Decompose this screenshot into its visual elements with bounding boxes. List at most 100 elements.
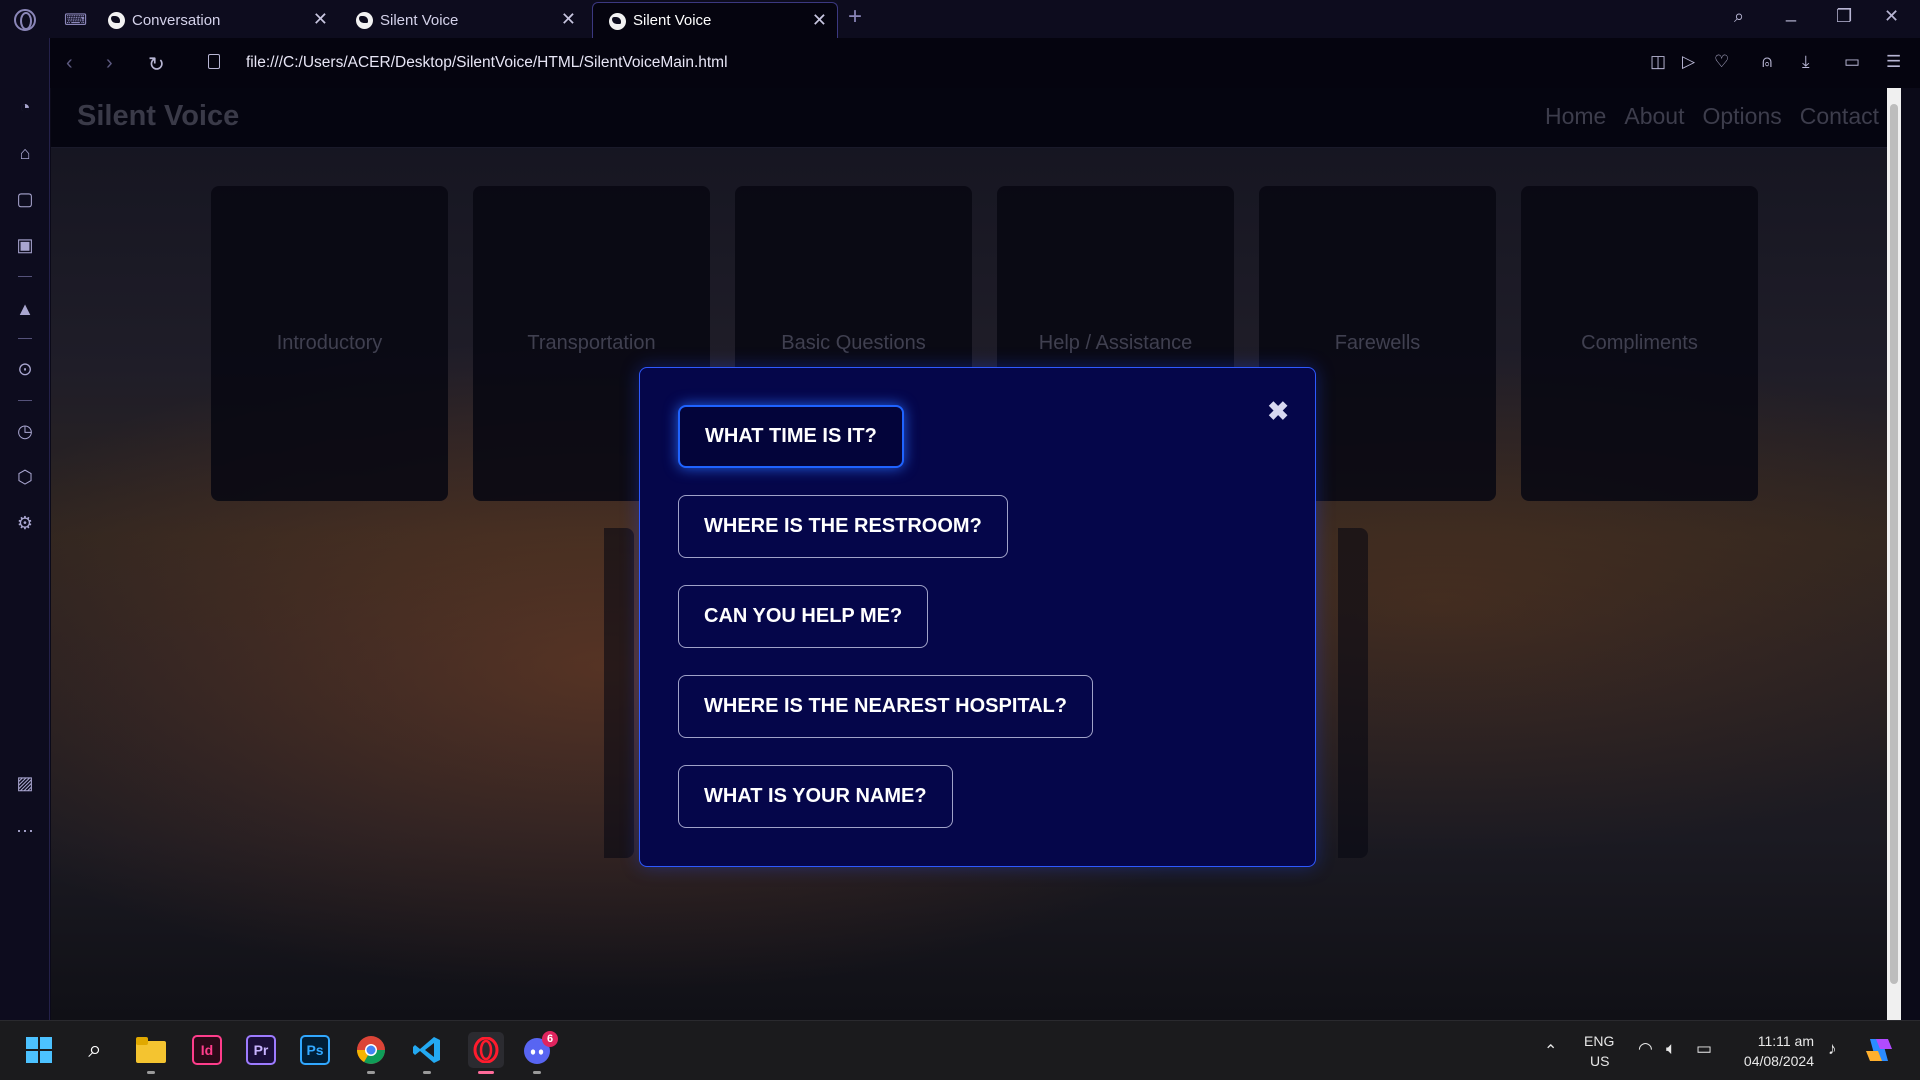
active-indicator [478,1071,494,1074]
search-tabs-icon[interactable]: ⌕ [1734,6,1744,27]
settings-icon[interactable]: ⚙ [14,512,36,534]
discord-badge: 6 [542,1031,558,1047]
more-icon[interactable]: ⋯ [14,820,36,842]
card-label: Introductory [276,332,383,354]
browser-tab-bar: ⌨ Conversation ✕ Silent Voice ✕ Silent V… [0,0,1920,38]
premiere-icon[interactable]: Pr [246,1035,276,1065]
region-indicator[interactable]: US [1590,1053,1609,1069]
twitch-icon[interactable]: ▢ [14,188,36,210]
tab-close-icon[interactable]: ✕ [313,10,328,28]
forward-icon[interactable]: › [106,52,113,75]
camera-icon[interactable]: ◫ [1650,52,1666,72]
heart-icon[interactable]: ♡ [1714,52,1729,72]
tab-title: Conversation [132,11,221,29]
address-toolbar: ‹ › ↻ file:///C:/Users/ACER/Desktop/Sile… [50,38,1920,88]
nav-options[interactable]: Options [1702,103,1781,130]
category-card-introductory[interactable]: Introductory [211,186,448,501]
site-nav-links: Home About Options Contact [1545,103,1879,130]
photoshop-icon[interactable]: Ps [300,1035,330,1065]
question-button-help[interactable]: CAN YOU HELP ME? [678,585,929,648]
wallpaper-icon[interactable]: ▨ [14,772,36,794]
close-window-icon[interactable]: ✕ [1884,6,1899,27]
clock-date[interactable]: 04/08/2024 [1736,1053,1814,1069]
history-icon[interactable]: ◷ [14,420,36,442]
site-navbar: Silent Voice Home About Options Contact [51,88,1887,148]
file-explorer-icon[interactable] [136,1035,166,1065]
question-button-time[interactable]: WHAT TIME IS IT? [678,405,904,468]
tab-title: Silent Voice [380,11,459,29]
question-button-hospital[interactable]: WHERE IS THE NEAREST HOSPITAL? [678,675,1093,738]
question-button-name[interactable]: WHAT IS YOUR NAME? [678,765,953,828]
battery-icon[interactable]: ▭ [1696,1039,1712,1059]
easy-setup-icon[interactable]: ☰ [1886,52,1901,72]
tab-close-icon[interactable]: ✕ [812,11,827,29]
scrollbar-thumb[interactable] [1890,104,1898,984]
background-card [604,528,634,858]
nav-contact[interactable]: Contact [1800,103,1879,130]
card-label: Basic Questions [781,332,926,354]
volume-icon[interactable]: 🔈︎ [1666,1039,1676,1059]
card-label: Compliments [1581,332,1698,354]
clock-time[interactable]: 11:11 am [1752,1033,1814,1049]
sidebar-divider [18,400,32,401]
windows-start-icon[interactable] [24,1035,54,1065]
wifi-icon[interactable]: ◠ [1638,1039,1653,1059]
site-brand[interactable]: Silent Voice [77,100,239,133]
questions-modal: ✖ WHAT TIME IS IT? WHERE IS THE RESTROOM… [639,367,1316,867]
indesign-icon[interactable]: Id [192,1035,222,1065]
modal-close-icon[interactable]: ✖ [1267,398,1289,424]
tab-silent-voice-active[interactable]: Silent Voice ✕ [592,2,838,38]
question-list: WHAT TIME IS IT? WHERE IS THE RESTROOM? … [678,405,1093,828]
browser-sidebar: ◔ ⌂ ▢ ▣ ▲ ⊙ ◷ ⬡ ⚙ ▨ ⋯ [0,38,50,1020]
chrome-icon[interactable] [356,1035,386,1065]
url-field[interactable]: file:///C:/Users/ACER/Desktop/SilentVoic… [246,54,728,72]
chevron-up-icon[interactable]: ⌃ [1544,1041,1557,1061]
reload-icon[interactable]: ↻ [148,52,165,77]
speed-dial-icon[interactable]: ◔ [14,96,36,118]
tab-close-icon[interactable]: ✕ [561,10,576,28]
box-icon[interactable]: ⬡ [14,466,36,488]
card-label: Farewells [1334,332,1421,354]
page-file-icon [208,54,220,69]
background-card [1338,528,1368,858]
question-button-restroom[interactable]: WHERE IS THE RESTROOM? [678,495,1008,558]
nav-home[interactable]: Home [1545,103,1606,130]
minimize-icon[interactable]: _ [1786,2,1796,23]
opera-taskbar-icon[interactable] [468,1032,504,1068]
card-label: Help / Assistance [1038,332,1193,354]
sidebar-divider [18,276,32,277]
tab-conversation[interactable]: Conversation ✕ [92,2,338,38]
new-tab-icon[interactable]: + [848,3,862,31]
sidebar-divider [18,338,32,339]
running-indicator [423,1071,431,1074]
page-viewport: Silent Voice Home About Options Contact … [51,88,1901,1020]
send-icon[interactable]: ▷ [1682,52,1695,72]
aria-icon[interactable]: ⌂ [14,142,36,164]
opera-logo-icon[interactable] [14,9,36,31]
running-indicator [147,1071,155,1074]
language-indicator[interactable]: ENG [1584,1033,1614,1049]
vscode-icon[interactable] [412,1035,442,1065]
restore-icon[interactable]: ❐ [1836,6,1852,27]
back-icon[interactable]: ‹ [66,52,73,75]
profile-icon[interactable]: ⍝ [1762,52,1772,72]
extension-icon[interactable]: ▣ [14,234,36,256]
tab-title: Silent Voice [633,12,712,29]
running-indicator [533,1071,541,1074]
download-icon[interactable]: ⤓ [1802,52,1810,72]
page-scrollbar[interactable] [1887,88,1901,1020]
globe-icon [108,12,125,29]
aria-ai-icon[interactable]: ▲ [14,298,36,320]
battery-saver-icon[interactable]: ▭ [1844,52,1860,72]
notification-bell-icon[interactable]: ♪ [1828,1039,1837,1059]
windows-taskbar: ⌕ Id Pr Ps 6 ⌃ ENG US ◠ 🔈︎ ▭ 11:11 am 04… [0,1020,1920,1080]
nav-about[interactable]: About [1624,103,1684,130]
player-icon[interactable]: ⊙ [14,358,36,380]
category-card-compliments[interactable]: Compliments [1521,186,1758,501]
copilot-icon[interactable] [1864,1035,1894,1065]
tab-silent-voice-1[interactable]: Silent Voice ✕ [340,2,586,38]
search-icon[interactable]: ⌕ [80,1035,110,1065]
running-indicator [367,1071,375,1074]
gamepad-icon[interactable]: ⌨ [64,10,87,30]
globe-icon [356,12,373,29]
